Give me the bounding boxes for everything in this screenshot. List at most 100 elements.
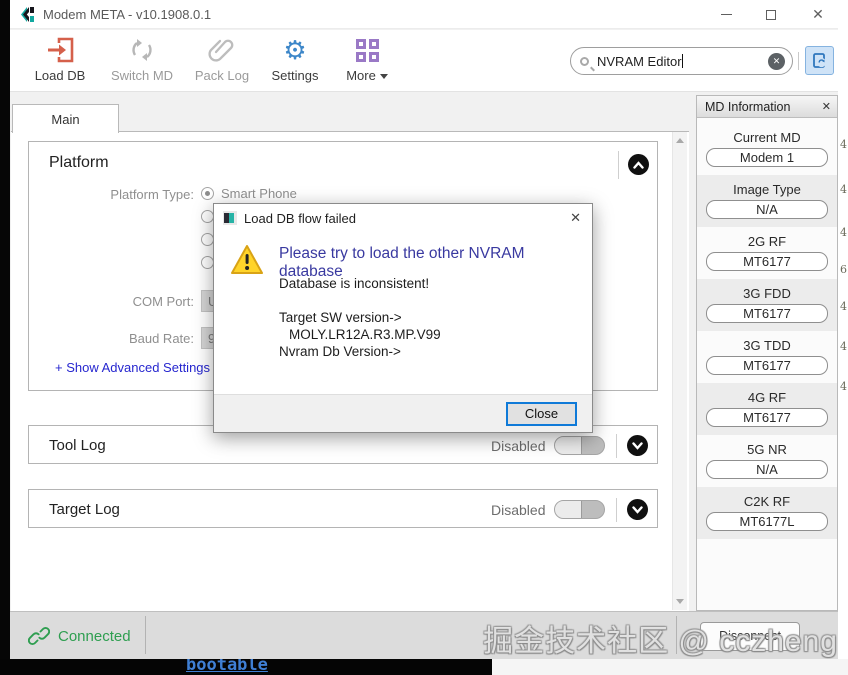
bg-line-number: 4 [840,380,847,393]
search-clear-button[interactable]: ✕ [768,52,785,70]
separator [616,498,617,522]
close-button[interactable]: ✕ [796,0,840,29]
show-advanced-settings-link[interactable]: + Show Advanced Settings [55,360,210,375]
more-button[interactable]: More [338,35,396,89]
radio-smart-phone[interactable]: Smart Phone [201,186,297,201]
disconnect-button[interactable]: Disconnect [700,622,800,651]
md-item-5g-nr: 5G NR N/A [697,435,837,487]
bg-line-number: 4 [840,138,847,151]
switch-md-icon [105,35,179,65]
dialog-footer: Close [214,394,592,432]
dialog-line: Nvram Db Version-> [279,344,401,359]
md-value: MT6177 [706,356,828,375]
md-information-panel: MD Information ✕ Current MD Modem 1 Imag… [696,95,838,611]
statusbar-separator [145,616,146,654]
statusbar: Connected Disconnect [10,611,838,659]
window-title: Modem META - v10.1908.0.1 [43,7,212,22]
more-dropdown-icon [379,74,388,80]
scroll-down-icon[interactable] [676,599,684,604]
expand-target-log-button[interactable] [627,499,648,520]
maximize-button[interactable] [749,0,793,29]
target-log-title: Target Log [49,501,120,518]
background-window-right [838,0,848,675]
minimize-icon [720,14,732,15]
dialog-icon [223,211,237,225]
app-logo-icon [21,7,34,22]
bg-line-number: 4 [840,226,847,239]
target-log-toggle[interactable] [554,500,605,519]
md-item-image-type: Image Type N/A [697,175,837,227]
md-value: Modem 1 [706,148,828,167]
md-item-c2k-rf: C2K RF MT6177L [697,487,837,539]
md-item-3g-tdd: 3G TDD MT6177 [697,331,837,383]
scroll-up-icon[interactable] [676,138,684,143]
dialog-title: Load DB flow failed [244,211,357,226]
toggle-thumb [555,437,582,454]
nvram-editor-launch-button[interactable] [805,46,834,75]
tool-log-toggle[interactable] [554,436,605,455]
switch-md-button[interactable]: Switch MD [105,35,179,89]
dialog-titlebar[interactable]: Load DB flow failed ✕ [214,204,592,232]
chevron-down-icon [632,505,643,514]
pack-log-button[interactable]: Pack Log [190,35,254,89]
toolbar-separator [798,52,799,70]
toggle-thumb [555,501,582,518]
target-log-section: Target Log Disabled [28,489,658,528]
separator [618,151,619,179]
bg-line-number: 4 [840,300,847,313]
md-value: N/A [706,200,828,219]
minimize-button[interactable] [704,0,748,29]
tool-log-title: Tool Log [49,437,106,454]
text-caret [681,53,683,68]
chevron-up-icon [633,160,644,169]
com-port-label: COM Port: [132,294,194,309]
md-panel-title: MD Information [705,100,791,114]
expand-tool-log-button[interactable] [627,435,648,456]
platform-title: Platform [49,154,109,171]
connected-label: Connected [58,627,131,645]
modem-meta-window: Modem META - v10.1908.0.1 ✕ Load DB Swit… [10,0,838,659]
titlebar[interactable]: Modem META - v10.1908.0.1 ✕ [10,0,838,29]
md-item-3g-fdd: 3G FDD MT6177 [697,279,837,331]
search-icon [580,56,589,66]
load-db-button[interactable]: Load DB [28,35,92,89]
separator [616,434,617,458]
bg-line-number: 4 [840,340,847,353]
chevron-down-icon [632,441,643,450]
vertical-scrollbar[interactable] [672,132,687,610]
md-item-4g-rf: 4G RF MT6177 [697,383,837,435]
bg-line-number: 4 [840,183,847,196]
warning-icon [231,245,263,274]
tool-log-status: Disabled [491,438,546,454]
maximize-icon [766,9,776,20]
pack-log-icon [190,35,254,65]
md-value: MT6177 [706,252,828,271]
md-value: N/A [706,460,828,479]
md-panel-header: MD Information ✕ [697,96,837,118]
more-grid-icon [355,38,379,62]
toolbar: Load DB Switch MD Pack Log ⚙ Settings Mo… [10,30,838,92]
close-icon: ✕ [812,6,824,22]
dialog-close-icon[interactable]: ✕ [570,210,581,226]
load-db-icon [28,35,92,65]
statusbar-separator [676,616,677,654]
target-log-status: Disabled [491,502,546,518]
radio-selected-icon [201,187,214,200]
background-window-bottom [492,659,848,675]
collapse-platform-button[interactable] [628,154,649,175]
dialog-line: Target SW version-> [279,310,402,325]
load-db-failed-dialog: Load DB flow failed ✕ Please try to load… [213,203,593,433]
dialog-line: Database is inconsistent! [279,276,430,291]
connection-status: Connected [28,625,131,647]
platform-type-label: Platform Type: [110,187,194,202]
dialog-close-button[interactable]: Close [506,402,577,426]
bg-line-number: 6 [840,263,847,276]
settings-gear-icon: ⚙ [283,35,307,65]
md-item-2g-rf: 2G RF MT6177 [697,227,837,279]
settings-button[interactable]: ⚙ Settings [263,35,327,89]
search-input[interactable]: NVRAM Editor ✕ [570,47,793,75]
search-value: NVRAM Editor [597,53,682,69]
tab-main[interactable]: Main [12,104,119,133]
md-panel-close-icon[interactable]: ✕ [822,100,831,113]
md-value: MT6177 [706,304,828,323]
